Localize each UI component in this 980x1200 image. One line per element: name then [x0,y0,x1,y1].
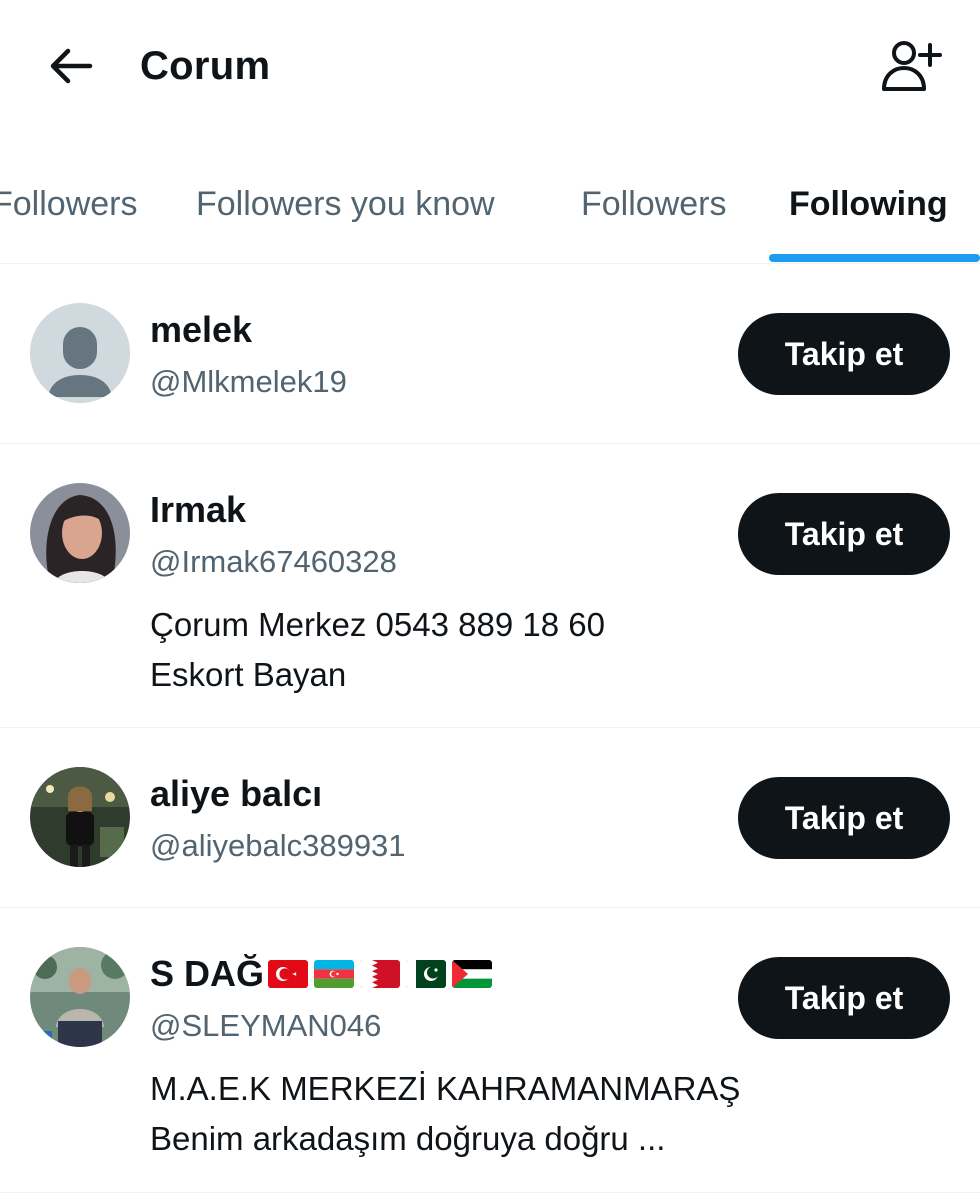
tab-followers[interactable]: Followers [581,182,726,226]
user-name[interactable]: S DAĞ [150,952,493,996]
user-name[interactable]: melek [150,308,252,352]
back-button[interactable] [40,36,100,96]
active-tab-indicator [769,254,980,262]
palestine-flag-icon [452,960,493,988]
tab-following[interactable]: Following [789,182,948,226]
user-handle[interactable]: @SLEYMAN046 [150,1006,381,1046]
avatar [30,947,130,1047]
add-user-button[interactable] [878,34,944,96]
user-bio-line: Benim arkadaşım doğruya doğru ... [150,1120,666,1157]
follow-button[interactable]: Takip et [738,777,950,859]
avatar [30,303,130,403]
follow-button[interactable]: Takip et [738,313,950,395]
bahrain-flag-icon [360,960,401,988]
flag-emoji-group [268,960,493,988]
default-avatar-icon [30,303,130,403]
page-title: Corum [140,44,271,88]
avatar [30,483,130,583]
azerbaijan-flag-icon [314,960,355,988]
user-bio-line: Eskort Bayan [150,656,347,693]
pakistan-flag-icon [406,960,447,988]
avatar [30,767,130,867]
tab-followers-you-know[interactable]: Followers you know [196,182,495,226]
user-row[interactable]: aliye balcı @aliyebalc389931 Takip et [0,728,980,908]
user-handle[interactable]: @aliyebalc389931 [150,826,406,866]
user-name[interactable]: Irmak [150,488,246,532]
profile-photo [30,947,130,1047]
user-row[interactable]: Irmak @Irmak67460328 Çorum Merkez 0543 8… [0,444,980,728]
turkey-flag-icon [268,960,309,988]
user-name[interactable]: aliye balcı [150,772,322,816]
arrow-left-icon [50,48,93,84]
add-user-icon [882,41,942,91]
top-bar: Corum [0,0,980,130]
user-bio-line: M.A.E.K MERKEZİ KAHRAMANMARAŞ [150,1070,741,1107]
tab-bar: Followers Followers you know Followers F… [0,160,980,264]
user-row[interactable]: melek @Mlkmelek19 Takip et [0,264,980,444]
follow-button[interactable]: Takip et [738,957,950,1039]
user-bio-line: Çorum Merkez 0543 889 18 60 [150,606,605,643]
user-handle[interactable]: @Mlkmelek19 [150,362,347,402]
user-row[interactable]: S DAĞ @SLEYMAN046 M.A.E.K MERKEZİ KAHRAM… [0,908,980,1193]
profile-photo [30,767,130,867]
profile-photo [30,483,130,583]
tab-followers-verified[interactable]: Followers [0,182,137,226]
user-handle[interactable]: @Irmak67460328 [150,542,397,582]
follow-button[interactable]: Takip et [738,493,950,575]
